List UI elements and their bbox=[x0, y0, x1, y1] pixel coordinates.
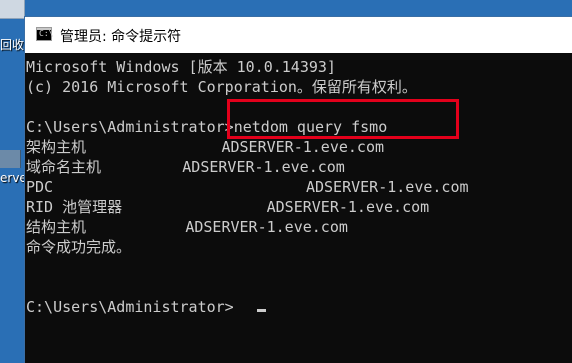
console-app-icon[interactable]: C:\ bbox=[36, 27, 53, 41]
desktop: 回收站 erver C:\ 管理员: 命令提示符 Microsoft Windo… bbox=[0, 0, 572, 363]
window-title: 管理员: 命令提示符 bbox=[60, 29, 182, 45]
cmd-window[interactable]: C:\ 管理员: 命令提示符 Microsoft Windows [版本 10.… bbox=[24, 16, 572, 363]
console-line: RID 池管理器 ADSERVER-1.eve.com bbox=[26, 198, 430, 216]
recycle-bin-icon[interactable] bbox=[0, 0, 25, 19]
console-line: 域命名主机 ADSERVER-1.eve.com bbox=[26, 158, 345, 176]
console-line: 命令成功完成。 bbox=[26, 238, 132, 256]
console-line: 结构主机 ADSERVER-1.eve.com bbox=[26, 218, 348, 236]
console-output[interactable]: Microsoft Windows [版本 10.0.14393] (c) 20… bbox=[25, 53, 572, 363]
console-line: Microsoft Windows [版本 10.0.14393] bbox=[26, 58, 336, 76]
server-icon[interactable] bbox=[0, 150, 21, 168]
console-line: 架构主机 ADSERVER-1.eve.com bbox=[26, 138, 385, 156]
text-cursor bbox=[257, 309, 266, 312]
console-line: (c) 2016 Microsoft Corporation。保留所有权利。 bbox=[26, 78, 417, 96]
command-highlight-box bbox=[227, 99, 459, 139]
console-line: PDC ADSERVER-1.eve.com bbox=[26, 178, 469, 196]
title-bar[interactable]: C:\ 管理员: 命令提示符 bbox=[25, 17, 572, 53]
console-prompt: C:\Users\Administrator> bbox=[26, 298, 234, 316]
